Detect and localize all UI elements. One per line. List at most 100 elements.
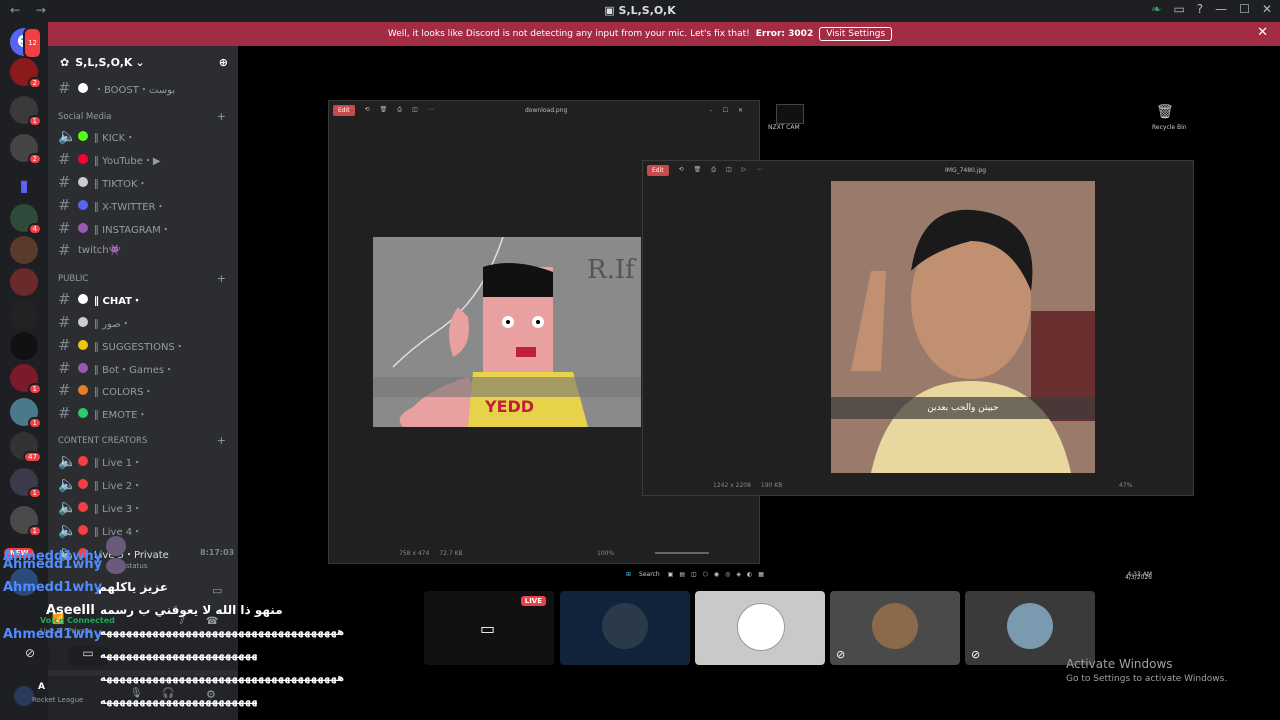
nzxt-cam-icon[interactable] (776, 104, 804, 124)
server-icon[interactable]: 2 (10, 58, 42, 89)
avatar[interactable] (106, 558, 126, 574)
server-folder-icon[interactable]: 1 (10, 96, 42, 127)
banner-message: Well, it looks like Discord is not detec… (387, 29, 750, 39)
edit-button[interactable]: Edit (333, 104, 355, 116)
noise-suppression-icon[interactable]: ⫽ (180, 616, 184, 627)
participant-tile[interactable]: ⊘ (830, 591, 960, 665)
edit-button[interactable]: Edit (647, 164, 669, 176)
channel-item[interactable]: 🔈 ∥ KICK・ (58, 126, 135, 146)
toolbar-icons[interactable]: ⟲🗑⎙◫▷⋯ (679, 166, 773, 174)
server-header[interactable]: ✿ S,L,S,O,K ⌄ ⊕ (48, 46, 238, 78)
participant-tile[interactable] (560, 591, 690, 665)
server-folder-icon[interactable]: 47 (10, 432, 42, 463)
server-folder-icon[interactable]: 2 (10, 134, 42, 165)
zoom-level[interactable]: 47% (1119, 482, 1132, 489)
add-channel-icon[interactable]: + (217, 272, 226, 285)
video-off-icon: ⊘ (836, 648, 846, 661)
hash-icon: # (58, 359, 71, 377)
server-icon[interactable] (10, 236, 38, 264)
server-icon[interactable]: 4 (10, 204, 42, 235)
file-name: IMG_7480.jpg (945, 166, 987, 174)
channel-emoji-icon (78, 502, 88, 512)
speaker-icon: 🔈 (58, 127, 77, 145)
server-icon[interactable] (10, 268, 38, 296)
invite-people-icon[interactable]: ⊕ (219, 56, 228, 69)
channel-item[interactable]: 🔈 ∥ Live 4・ (58, 520, 142, 540)
server-folder-icon[interactable]: 1 (10, 468, 42, 499)
channel-sidebar: ✿ S,L,S,O,K ⌄ ⊕ # ・BOOST・بوست Social Media… (10, 46, 238, 720)
channel-item[interactable]: 🔈 ∥ Live 3・ (58, 497, 142, 517)
add-channel-icon[interactable]: + (217, 434, 226, 447)
server-icon[interactable] (10, 300, 38, 328)
toolbar-icons[interactable]: ⟲🗑⎙◫⋯ (365, 106, 444, 114)
user-status: status (126, 562, 148, 570)
maximize-button[interactable]: ☐ (1239, 2, 1250, 16)
channel-item[interactable]: # ∥ TIKTOK・ (58, 172, 148, 192)
window-controls[interactable]: –☐✕ (710, 107, 753, 114)
category-header[interactable]: PUBLIC (58, 274, 88, 284)
channel-item[interactable]: # ・BOOST・بوست (58, 78, 175, 98)
speaker-icon: 🔈 (58, 521, 77, 539)
server-folder-icon[interactable]: 1 (10, 506, 42, 537)
overlay-username: Aseelll (46, 603, 95, 618)
channel-item[interactable]: # ∥ COLORS・ (58, 380, 153, 400)
channel-item[interactable]: 🔈 ∥ Live 2・ (58, 474, 142, 494)
server-boost-icon: ✿ (60, 55, 70, 69)
visit-settings-button[interactable]: Visit Settings (819, 27, 893, 41)
image-dims: 1242 x 2208 (713, 481, 751, 489)
overlay-message: ههههههههههههههههههههههههههههههههههههه (100, 673, 345, 684)
participant-tile[interactable]: ⊘ (965, 591, 1095, 665)
start-icon[interactable]: ⊞ (626, 571, 631, 578)
channel-label: twitch👾 (78, 244, 122, 256)
channel-item[interactable]: # ∥ Bot・Games・ (58, 358, 174, 378)
hash-icon: # (58, 404, 71, 422)
channel-item[interactable]: 🔈 ∥ Live 1・ (58, 451, 142, 471)
inbox-tray-icon[interactable]: ▭ (1173, 2, 1184, 16)
server-icon[interactable] (10, 332, 38, 360)
discord-home-icon[interactable]: ☻12 (10, 27, 42, 59)
disconnect-icon[interactable]: ☎ (206, 616, 218, 627)
category-header[interactable]: CONTENT CREATORS (58, 436, 147, 446)
minimize-button[interactable]: — (1215, 2, 1227, 16)
screen-share-icon[interactable]: ▭ (212, 584, 222, 597)
avatar[interactable] (14, 686, 34, 706)
photos-window-right[interactable]: Edit ⟲🗑⎙◫▷⋯ IMG_7480.jpg حبيتن والحب بعد… (642, 160, 1194, 496)
channel-emoji-icon (78, 317, 88, 327)
banner-close-icon[interactable]: ✕ (1257, 25, 1268, 40)
inbox-icon: ▣ (604, 4, 619, 17)
channel-item[interactable]: # ∥ صور・ (58, 312, 131, 332)
channel-item[interactable]: # ∥ SUGGESTIONS・ (58, 335, 185, 355)
recycle-bin-icon[interactable]: 🗑 (1156, 104, 1174, 120)
zoom-level[interactable]: 100% (597, 550, 614, 557)
help-icon[interactable]: ? (1197, 2, 1203, 16)
photo-svg (831, 181, 1095, 473)
add-channel-icon[interactable]: + (217, 110, 226, 123)
taskbar-search[interactable]: Search (639, 571, 660, 578)
channel-item[interactable]: # ∥ X-TWITTER・ (58, 195, 165, 215)
avatar (1007, 603, 1053, 649)
category-header[interactable]: Social Media (58, 112, 111, 122)
server-icon[interactable]: 1 (10, 398, 42, 429)
channel-item[interactable]: # ∥ YouTube・▶ (58, 149, 161, 169)
avatar (602, 603, 648, 649)
close-button[interactable]: ✕ (1262, 2, 1272, 16)
server-icon[interactable]: 1 (10, 364, 42, 395)
zoom-slider[interactable] (655, 552, 709, 554)
stream-tile[interactable]: LIVE ▭ (424, 591, 554, 665)
avatar[interactable] (106, 536, 126, 556)
channel-item[interactable]: # ∥ CHAT・ (58, 289, 142, 309)
channel-label: ∥ صور・ (94, 318, 131, 330)
video-off-button[interactable]: ⊘ (10, 646, 50, 666)
channel-emoji-icon (78, 83, 88, 93)
channel-label: ∥ YouTube・▶ (94, 155, 161, 167)
image-size: 72.7 KB (439, 549, 463, 557)
taskbar-apps[interactable]: ▣▤◫⬡◉◎◈◐▦ (668, 571, 770, 578)
hash-icon: # (58, 196, 71, 214)
participant-tile[interactable] (695, 591, 825, 665)
folder-icon[interactable]: ▮ (10, 172, 38, 200)
channel-item[interactable]: # twitch👾 (58, 240, 121, 260)
channel-item[interactable]: # ∥ EMOTE・ (58, 403, 147, 423)
overlay-message: ههههههههههههههههههههههههههههههههههههه (100, 627, 345, 638)
channel-item[interactable]: # ∥ INSTAGRAM・ (58, 218, 171, 238)
leaf-icon[interactable]: ❧ (1151, 2, 1161, 16)
